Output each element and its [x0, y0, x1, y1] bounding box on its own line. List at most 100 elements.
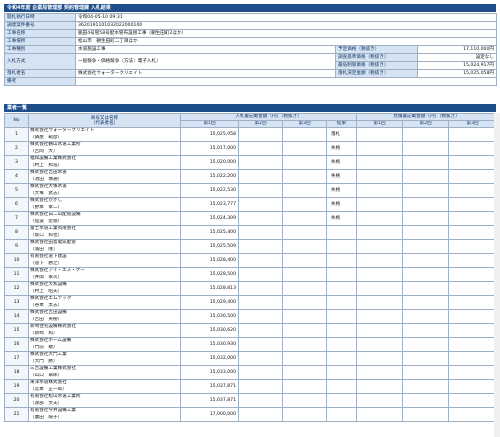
representative-name: （野本 幸二） — [30, 204, 63, 210]
column-header-bid-round2: 第2回 — [238, 120, 283, 128]
bid-round1-amount: 15,037,871 — [180, 393, 239, 408]
quote-round3-amount — [448, 127, 498, 142]
table-row: 9 株式会社田島電気配管 （濱田 隆） 15,025,509 — [4, 239, 498, 254]
info-value: 一般競争・価格競争（方法：電子入札） — [75, 53, 336, 70]
bid-round1-amount: 15,017,000 — [180, 141, 239, 156]
representative-name: （村上 昭夫） — [30, 288, 63, 294]
quote-round2-amount — [402, 351, 450, 366]
bid-round3-amount — [282, 393, 327, 408]
representative-name: （大塚 武志） — [30, 190, 63, 196]
bidder-no: 17 — [4, 351, 29, 366]
bidder-no: 2 — [4, 141, 29, 156]
bidder-name: 株式会社吉田設備 （吉田 英樹） — [28, 309, 181, 324]
bid-result — [325, 379, 358, 394]
column-header-name: 商号又は名称 （代表者名） — [28, 113, 181, 128]
table-row: 12 株式会社大和設備 （村上 昭夫） 15,028,813 — [4, 281, 498, 296]
bid-round2-amount — [238, 365, 283, 380]
quote-round1-amount — [356, 337, 404, 352]
section-title: 業者一覧 — [4, 104, 496, 112]
bid-result — [325, 407, 358, 422]
quote-round2-amount — [402, 141, 450, 156]
bid-round3-amount — [282, 323, 327, 338]
table-row: 13 株式会社エムテック （谷本 太志） 15,029,400 — [4, 295, 498, 310]
bidder-no: 21 — [4, 407, 29, 422]
bidder-no: 12 — [4, 281, 29, 296]
quote-round2-amount — [402, 253, 450, 268]
quote-round3-amount — [448, 225, 498, 240]
bid-round2-amount — [238, 239, 283, 254]
bid-round3-amount — [282, 267, 327, 282]
bid-round3-amount — [282, 197, 327, 212]
bid-result — [325, 253, 358, 268]
bid-result: 失格 — [325, 141, 358, 156]
quote-round2-amount — [402, 323, 450, 338]
bid-round2-amount — [238, 281, 283, 296]
bid-round1-amount: 15,025,400 — [180, 225, 239, 240]
quote-round3-amount — [448, 309, 498, 324]
quote-round1-amount — [356, 295, 404, 310]
quote-round3-amount — [448, 155, 498, 170]
table-row: 16 株式会社ホーム設備 （門前 勲） 15,030,930 — [4, 337, 498, 352]
quote-round2-amount — [402, 239, 450, 254]
bidder-name: 株式会社鶴山水道工業所 （吉岡 大） — [28, 141, 181, 156]
representative-name: （村上 和浩） — [30, 162, 63, 168]
quote-round3-amount — [448, 141, 498, 156]
vertical-scrollbar[interactable] — [494, 113, 500, 437]
bid-round1-amount: 15,030,500 — [180, 309, 239, 324]
representative-name: （山口 卓郎） — [30, 372, 63, 378]
info-label: 落札者名 — [4, 69, 76, 78]
bidder-name: 株式会社吉田水道 （池田 博通） — [28, 169, 181, 184]
table-row: 8 富士水道工業有限会社 （坂口 和也） 15,025,400 — [4, 225, 498, 240]
quote-round1-amount — [356, 309, 404, 324]
bidder-no: 18 — [4, 365, 29, 380]
bid-round3-amount — [282, 239, 327, 254]
bid-result — [325, 239, 358, 254]
quote-round1-amount — [356, 351, 404, 366]
bid-round3-amount — [282, 127, 327, 142]
table-row: 6 株式会社かがし （野本 幸二） 15,023,777 失格 — [4, 197, 498, 212]
bid-round3-amount — [282, 225, 327, 240]
quote-round2-amount — [402, 127, 450, 142]
column-group-quote: 見積書記載金額（円）（税抜き） — [356, 113, 498, 121]
bid-round2-amount — [238, 379, 283, 394]
representative-name: （谷本 太志） — [30, 302, 63, 308]
bid-result: 失格 — [325, 169, 358, 184]
quote-round2-amount — [402, 197, 450, 212]
quote-round3-amount — [448, 239, 498, 254]
bidder-name: 新崎住宅設備株式会社 （新崎 和） — [28, 323, 181, 338]
representative-name: （門前 勲） — [30, 344, 58, 350]
info-label: 入札方式 — [4, 53, 76, 70]
info-value — [75, 77, 497, 86]
info-label: 開札執行日時 — [4, 13, 76, 22]
quote-round2-amount — [402, 211, 450, 226]
bid-round3-amount — [282, 281, 327, 296]
bid-round1-amount: 15,037,871 — [180, 379, 239, 394]
info-label: 工事名称 — [4, 29, 76, 38]
bidder-no: 6 — [4, 197, 29, 212]
quote-round3-amount — [448, 379, 498, 394]
quote-round2-amount — [402, 225, 450, 240]
bid-round2-amount — [238, 309, 283, 324]
bid-round1-amount: 15,025,058 — [180, 127, 239, 142]
table-row: 5 株式会社大塚水道 （大塚 武志） 15,022,530 失格 — [4, 183, 498, 198]
bid-round1-amount: 15,023,777 — [180, 197, 239, 212]
bid-round2-amount — [238, 351, 283, 366]
bidder-name: 株式会社大塚水道 （大塚 武志） — [28, 183, 181, 198]
quote-round2-amount — [402, 309, 450, 324]
info-value: 松山市 朝生田町二丁目ほか — [75, 37, 497, 46]
info-label: 工事場所 — [4, 37, 76, 46]
quote-round1-amount — [356, 155, 404, 170]
table-row: 2 株式会社鶴山水道工業所 （吉岡 大） 15,017,000 失格 — [4, 141, 498, 156]
price-value: 15,025,058円 — [417, 69, 497, 78]
bid-result — [325, 309, 358, 324]
quote-round1-amount — [356, 253, 404, 268]
bid-result: 失格 — [325, 197, 358, 212]
bidder-no: 20 — [4, 393, 29, 408]
bid-round1-amount: 15,028,813 — [180, 281, 239, 296]
bid-round3-amount — [282, 169, 327, 184]
quote-round1-amount — [356, 197, 404, 212]
bid-round2-amount — [238, 337, 283, 352]
column-header-bid-round3: 第3回 — [282, 120, 327, 128]
price-label: 予定価格（税抜き） — [335, 45, 418, 54]
quote-round2-amount — [402, 183, 450, 198]
